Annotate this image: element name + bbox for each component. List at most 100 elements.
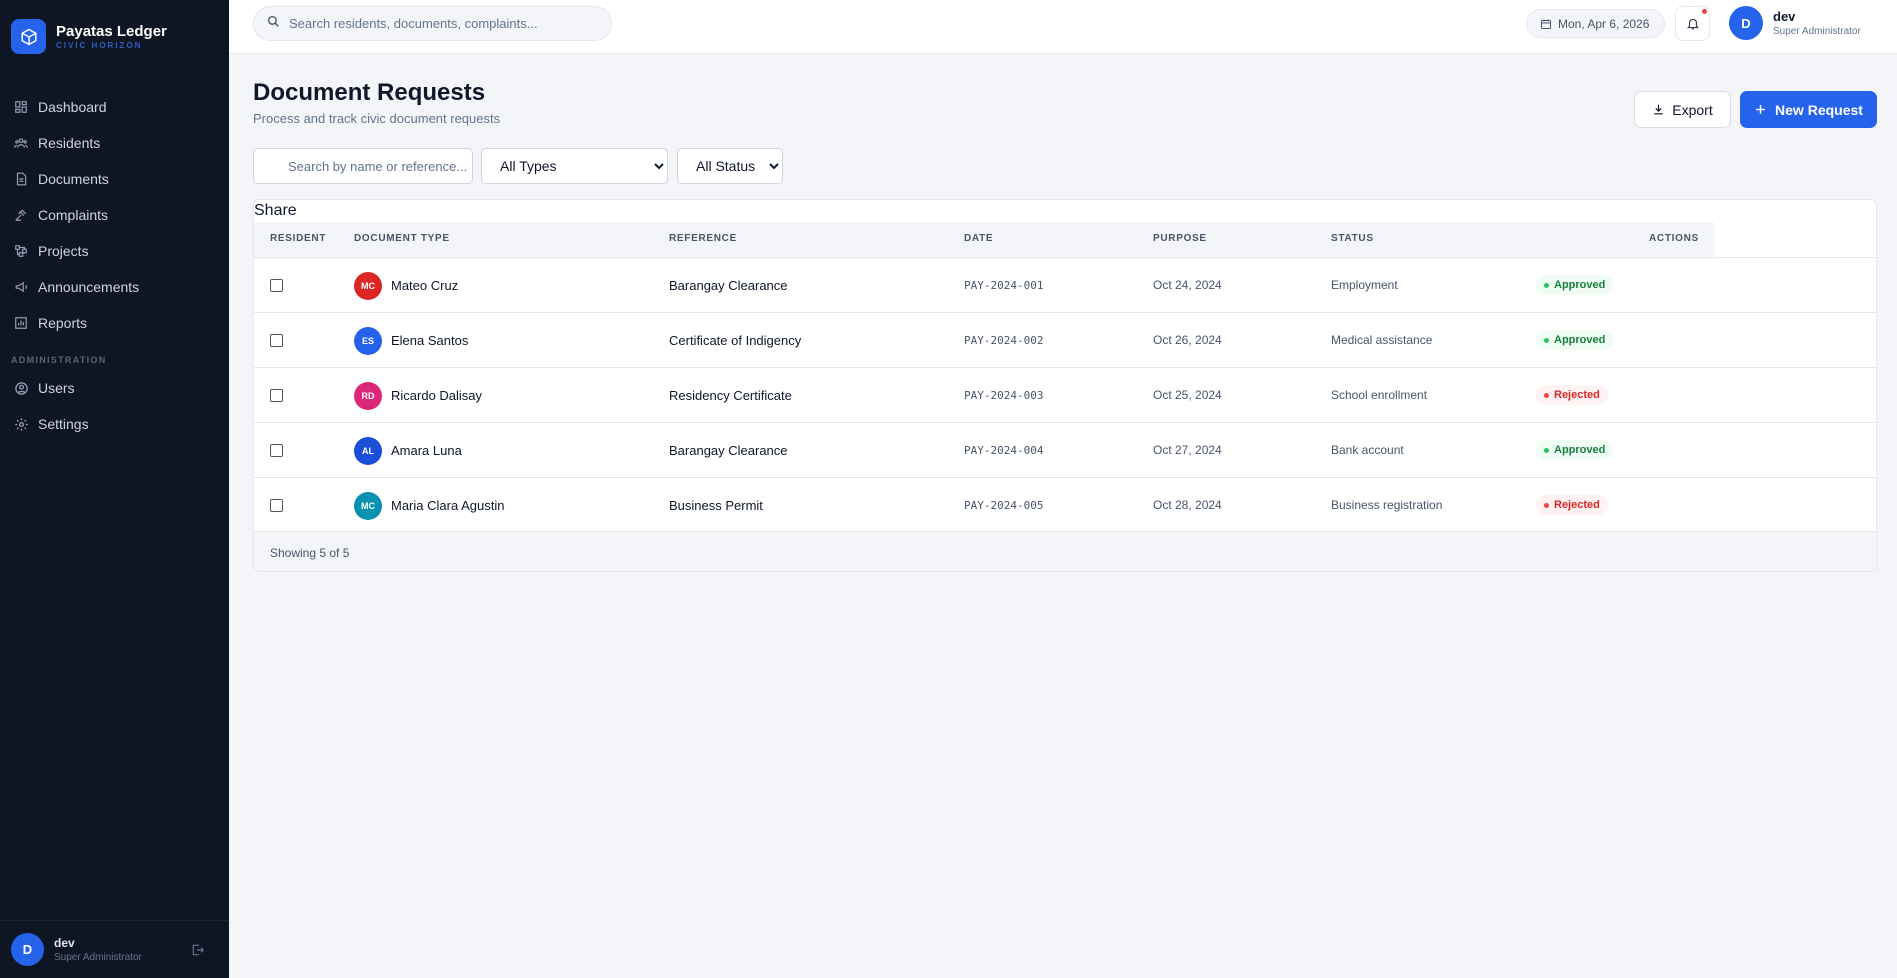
header-date: DATE xyxy=(964,233,994,244)
row-checkbox[interactable] xyxy=(270,499,283,512)
status-dot-icon xyxy=(1544,502,1549,508)
megaphone-icon xyxy=(13,279,29,295)
bell-icon xyxy=(1686,18,1699,30)
request-date: Oct 26, 2024 xyxy=(1153,333,1222,347)
document-type: Barangay Clearance xyxy=(669,278,788,293)
sidebar-user-card: D dev Super Administrator xyxy=(0,920,229,978)
header-reference: REFERENCE xyxy=(669,233,737,244)
sidebar-item-settings[interactable]: Settings xyxy=(0,406,229,442)
sidebar-item-label: Projects xyxy=(38,243,89,259)
sidebar-item-reports[interactable]: Reports xyxy=(0,305,229,341)
document-type: Business Permit xyxy=(669,498,763,513)
request-date: Oct 27, 2024 xyxy=(1153,443,1222,457)
logout-icon[interactable] xyxy=(191,943,205,962)
dashboard-icon xyxy=(13,99,29,115)
row-checkbox[interactable] xyxy=(270,279,283,292)
document-type: Barangay Clearance xyxy=(669,443,788,458)
sidebar-item-complaints[interactable]: Complaints xyxy=(0,197,229,233)
brand-title: Payatas Ledger xyxy=(56,22,167,40)
header-resident: RESIDENT xyxy=(270,233,327,244)
row-checkbox[interactable] xyxy=(270,389,283,402)
header-actions: ACTIONS xyxy=(1649,233,1699,244)
sidebar-item-label: Complaints xyxy=(38,207,109,223)
user-role: Super Administrator xyxy=(54,951,142,963)
table-row[interactable]: MC Mateo Cruz Barangay Clearance PAY-202… xyxy=(254,257,1876,312)
sidebar-item-residents[interactable]: Residents xyxy=(0,125,229,161)
request-date: Oct 24, 2024 xyxy=(1153,278,1222,292)
avatar[interactable]: D xyxy=(11,933,44,966)
row-checkbox[interactable] xyxy=(270,334,283,347)
page-title: Document Requests xyxy=(253,79,486,106)
notification-dot xyxy=(1702,9,1707,14)
header-status: STATUS xyxy=(1331,233,1374,244)
projects-icon xyxy=(13,243,29,259)
sidebar-item-label: Settings xyxy=(38,416,89,432)
request-search-input[interactable] xyxy=(253,148,473,184)
avatar: AL xyxy=(354,437,382,465)
calendar-icon xyxy=(1541,19,1551,29)
document-icon xyxy=(13,171,29,187)
topbar: Mon, Apr 6, 2026 D dev Super Administrat… xyxy=(229,0,1897,54)
export-label: Export xyxy=(1672,101,1713,118)
avatar: MC xyxy=(354,492,382,520)
request-date: Oct 28, 2024 xyxy=(1153,498,1222,512)
status-text: Approved xyxy=(1554,279,1606,291)
type-filter-select[interactable]: All Types xyxy=(481,148,668,184)
requests-table-card: Share RESIDENT DOCUMENT TYPE REFERENCE D… xyxy=(253,199,1877,572)
sidebar-item-label: Dashboard xyxy=(38,99,107,115)
reference-code: PAY-2024-001 xyxy=(964,279,1044,292)
cube-logo-icon xyxy=(11,19,46,54)
export-button[interactable]: Export xyxy=(1634,91,1731,128)
brand[interactable]: Payatas Ledger CIVIC HORIZON xyxy=(0,0,229,54)
share-label: Share xyxy=(254,202,297,219)
row-checkbox[interactable] xyxy=(270,444,283,457)
page-subtitle: Process and track civic document request… xyxy=(253,111,501,126)
reference-code: PAY-2024-004 xyxy=(964,444,1044,457)
document-type: Certificate of Indigency xyxy=(669,333,802,348)
brand-subtitle: CIVIC HORIZON xyxy=(56,40,143,50)
sidebar-item-dashboard[interactable]: Dashboard xyxy=(0,89,229,125)
sidebar-item-label: Residents xyxy=(38,135,101,151)
sidebar-item-projects[interactable]: Projects xyxy=(0,233,229,269)
user-name: dev xyxy=(1773,8,1796,24)
reference-code: PAY-2024-002 xyxy=(964,334,1044,347)
table-row[interactable]: ES Elena Santos Certificate of Indigency… xyxy=(254,312,1876,367)
notifications-button[interactable] xyxy=(1675,6,1710,41)
user-name: dev xyxy=(54,935,75,950)
reports-icon xyxy=(13,315,29,331)
status-text: Approved xyxy=(1554,334,1606,346)
status-text: Rejected xyxy=(1554,499,1600,511)
status-dot-icon xyxy=(1544,447,1549,453)
sidebar-item-users[interactable]: Users xyxy=(0,370,229,406)
status-badge: Approved xyxy=(1536,330,1614,350)
sidebar-item-label: Announcements xyxy=(38,279,140,295)
reference-code: PAY-2024-005 xyxy=(964,499,1044,512)
table-row[interactable]: MC Maria Clara Agustin Business Permit P… xyxy=(254,477,1876,532)
status-badge: Approved xyxy=(1536,440,1614,460)
status-dot-icon xyxy=(1544,282,1549,288)
sidebar-nav: Dashboard Residents Documents Complaints… xyxy=(0,89,229,442)
sidebar-item-announcements[interactable]: Announcements xyxy=(0,269,229,305)
avatar: D xyxy=(1729,6,1763,40)
pagination-summary: Showing 5 of 5 xyxy=(270,546,350,560)
status-filter-select[interactable]: All Status xyxy=(677,148,783,184)
purpose: Bank account xyxy=(1331,443,1404,457)
sidebar-item-label: Reports xyxy=(38,315,88,331)
avatar: RD xyxy=(354,382,382,410)
table-row[interactable]: AL Amara Luna Barangay Clearance PAY-202… xyxy=(254,422,1876,477)
status-badge: Approved xyxy=(1536,275,1614,295)
search-icon xyxy=(267,15,280,33)
date-chip[interactable]: Mon, Apr 6, 2026 xyxy=(1526,9,1665,38)
global-search-input[interactable] xyxy=(289,16,589,31)
new-request-button[interactable]: New Request xyxy=(1740,91,1877,128)
status-badge: Rejected xyxy=(1536,495,1608,515)
top-user-menu[interactable]: D dev Super Administrator xyxy=(1729,6,1861,40)
gear-icon xyxy=(13,416,29,432)
gavel-icon xyxy=(13,207,29,223)
resident-name: Amara Luna xyxy=(391,443,462,458)
resident-name: Mateo Cruz xyxy=(391,278,459,293)
table-row[interactable]: RD Ricardo Dalisay Residency Certificate… xyxy=(254,367,1876,422)
global-search[interactable] xyxy=(253,6,612,41)
user-circle-icon xyxy=(13,380,29,396)
sidebar-item-documents[interactable]: Documents xyxy=(0,161,229,197)
